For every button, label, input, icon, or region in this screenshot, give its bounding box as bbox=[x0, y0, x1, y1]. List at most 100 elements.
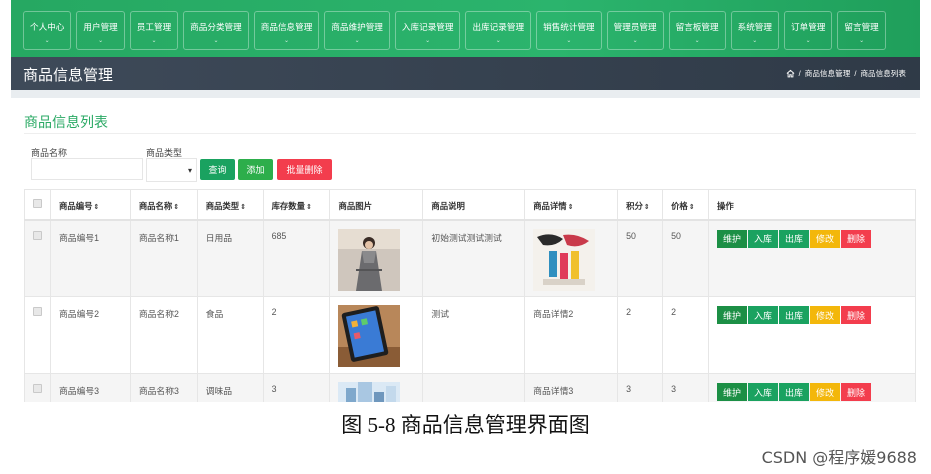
nav-item-stock-out[interactable]: 出库记录管理 ⌄ bbox=[465, 11, 532, 50]
cell-stock: 685 bbox=[262, 219, 331, 297]
nav-item-product-maintenance[interactable]: 商品维护管理 ⌄ bbox=[324, 11, 390, 50]
chevron-down-icon: ⌄ bbox=[694, 38, 700, 44]
stock-in-button[interactable]: 入库 bbox=[748, 306, 778, 324]
nav-label: 留言管理 bbox=[844, 22, 879, 32]
row-checkbox[interactable] bbox=[33, 384, 42, 393]
column-header-points[interactable]: 积分⇕ bbox=[617, 189, 664, 221]
stock-out-button[interactable]: 出库 bbox=[779, 306, 809, 324]
column-label: 商品图片 bbox=[338, 201, 372, 211]
nav-item-product-info[interactable]: 商品信息管理 ⌄ bbox=[253, 11, 320, 50]
cell-points: 2 bbox=[617, 296, 664, 374]
product-table: 商品编号⇕ 商品名称⇕ 商品类型⇕ 库存数量⇕ 商品图片 商品说明 商品详情⇕ … bbox=[24, 189, 916, 402]
nav-label: 员工管理 bbox=[136, 22, 172, 32]
nav-item-orders[interactable]: 订单管理 ⌄ bbox=[784, 11, 833, 50]
cell-image bbox=[329, 373, 424, 402]
nav-label: 商品分类管理 bbox=[190, 22, 242, 32]
chevron-down-icon: ⌄ bbox=[495, 38, 501, 44]
chevron-down-icon: ⌄ bbox=[632, 38, 638, 44]
stock-out-button[interactable]: 出库 bbox=[779, 229, 809, 248]
nav-item-system[interactable]: 系统管理 ⌄ bbox=[730, 11, 779, 50]
chevron-down-icon: ⌄ bbox=[805, 38, 811, 44]
nav-label: 入库记录管理 bbox=[401, 22, 454, 32]
sort-icon: ⇕ bbox=[240, 204, 247, 211]
column-label: 商品说明 bbox=[431, 201, 465, 211]
product-type-select[interactable]: ▾ bbox=[146, 158, 197, 182]
column-header-detail[interactable]: 商品详情⇕ bbox=[524, 189, 619, 221]
column-label: 商品详情 bbox=[533, 201, 567, 211]
nav-item-stock-in[interactable]: 入库记录管理 ⌄ bbox=[394, 11, 461, 50]
product-photo-1[interactable] bbox=[338, 228, 401, 291]
column-header-description: 商品说明 bbox=[422, 189, 526, 221]
delete-button[interactable]: 删除 bbox=[841, 229, 871, 248]
page-title: 商品信息管理 bbox=[23, 67, 114, 84]
maintain-button[interactable]: 维护 bbox=[717, 383, 747, 401]
nav-item-users[interactable]: 用户管理 ⌄ bbox=[76, 11, 125, 50]
column-header-type[interactable]: 商品类型⇕ bbox=[196, 189, 264, 221]
nav-item-admins[interactable]: 管理员管理 ⌄ bbox=[606, 11, 664, 50]
column-header-name[interactable]: 商品名称⇕ bbox=[129, 189, 198, 221]
nav-item-category[interactable]: 商品分类管理 ⌄ bbox=[183, 11, 249, 50]
figure-caption: 图 5-8 商品信息管理界面图 bbox=[341, 413, 590, 437]
column-label: 操作 bbox=[717, 201, 734, 211]
table-row: 商品编号1 商品名称1 日用品 685 初始测试测试测试 50 50 维护 入库… bbox=[24, 219, 916, 297]
row-checkbox[interactable] bbox=[33, 230, 42, 240]
stock-out-button[interactable]: 出库 bbox=[779, 383, 809, 401]
column-header-stock[interactable]: 库存数量⇕ bbox=[262, 189, 331, 221]
column-header-price[interactable]: 价格⇕ bbox=[662, 189, 709, 221]
stock-in-button[interactable]: 入库 bbox=[748, 229, 778, 248]
chevron-down-icon: ▾ bbox=[187, 166, 192, 175]
edit-button[interactable]: 修改 bbox=[810, 306, 840, 324]
edit-button[interactable]: 修改 bbox=[810, 229, 840, 248]
cell-code: 商品编号2 bbox=[49, 296, 131, 374]
row-checkbox[interactable] bbox=[33, 307, 42, 316]
product-name-input[interactable] bbox=[31, 158, 143, 180]
product-photo-2[interactable] bbox=[338, 305, 401, 367]
top-nav: 个人中心 ⌄ 用户管理 ⌄ 员工管理 ⌄ 商品分类管理 ⌄ 商品信息管理 ⌄ 商品维护管理… bbox=[11, 0, 920, 57]
breadcrumb-item-product-info[interactable]: 商品信息管理 bbox=[805, 68, 851, 79]
select-all-checkbox[interactable] bbox=[33, 199, 42, 208]
nav-item-messages[interactable]: 留言管理 ⌄ bbox=[837, 11, 886, 50]
nav-label: 商品信息管理 bbox=[260, 22, 313, 32]
add-button[interactable]: 添加 bbox=[238, 159, 273, 180]
chevron-down-icon: ⌄ bbox=[859, 38, 865, 44]
cell-stock: 3 bbox=[262, 373, 331, 402]
breadcrumb-separator: / bbox=[798, 69, 801, 78]
product-detail-image-1[interactable] bbox=[533, 228, 596, 291]
cell-name: 商品名称2 bbox=[129, 296, 198, 374]
batch-delete-button[interactable]: 批量删除 bbox=[277, 159, 332, 180]
nav-label: 出库记录管理 bbox=[472, 22, 525, 32]
sort-icon: ⇕ bbox=[173, 204, 180, 211]
breadcrumb: / 商品信息管理 / 商品信息列表 bbox=[786, 68, 906, 79]
column-label: 积分 bbox=[626, 201, 643, 211]
row-select-cell bbox=[24, 296, 51, 374]
chevron-down-icon: ⌄ bbox=[752, 38, 758, 44]
sort-icon: ⇕ bbox=[93, 204, 100, 211]
cell-type: 日用品 bbox=[196, 219, 264, 297]
cell-actions: 维护 入库 出库 修改 删除 bbox=[708, 373, 916, 402]
chevron-down-icon: ⌄ bbox=[213, 38, 219, 44]
sort-icon: ⇕ bbox=[306, 204, 312, 211]
delete-button[interactable]: 删除 bbox=[841, 306, 871, 324]
cell-image bbox=[329, 296, 424, 374]
delete-button[interactable]: 删除 bbox=[841, 383, 871, 401]
breadcrumb-item-product-list: 商品信息列表 bbox=[860, 69, 906, 78]
query-button[interactable]: 查询 bbox=[200, 159, 235, 180]
stock-in-button[interactable]: 入库 bbox=[748, 383, 778, 401]
nav-item-sales-stats[interactable]: 销售统计管理 ⌄ bbox=[536, 11, 602, 50]
maintain-button[interactable]: 维护 bbox=[717, 229, 747, 248]
nav-item-message-board[interactable]: 留言板管理 ⌄ bbox=[668, 11, 726, 50]
sort-icon: ⇕ bbox=[688, 204, 695, 211]
edit-button[interactable]: 修改 bbox=[810, 383, 840, 401]
nav-item-staff[interactable]: 员工管理 ⌄ bbox=[129, 11, 179, 50]
home-icon[interactable] bbox=[786, 69, 795, 78]
watermark: CSDN @程序媛9688 bbox=[761, 448, 917, 467]
maintain-button[interactable]: 维护 bbox=[717, 306, 747, 324]
product-photo-3[interactable] bbox=[338, 382, 401, 402]
sort-icon: ⇕ bbox=[643, 204, 650, 211]
column-header-actions: 操作 bbox=[708, 189, 916, 221]
column-header-code[interactable]: 商品编号⇕ bbox=[49, 189, 131, 221]
nav-label: 管理员管理 bbox=[613, 22, 657, 32]
chevron-down-icon: ⌄ bbox=[354, 38, 360, 44]
column-label: 价格 bbox=[671, 201, 688, 211]
nav-item-personal-center[interactable]: 个人中心 ⌄ bbox=[23, 11, 72, 50]
